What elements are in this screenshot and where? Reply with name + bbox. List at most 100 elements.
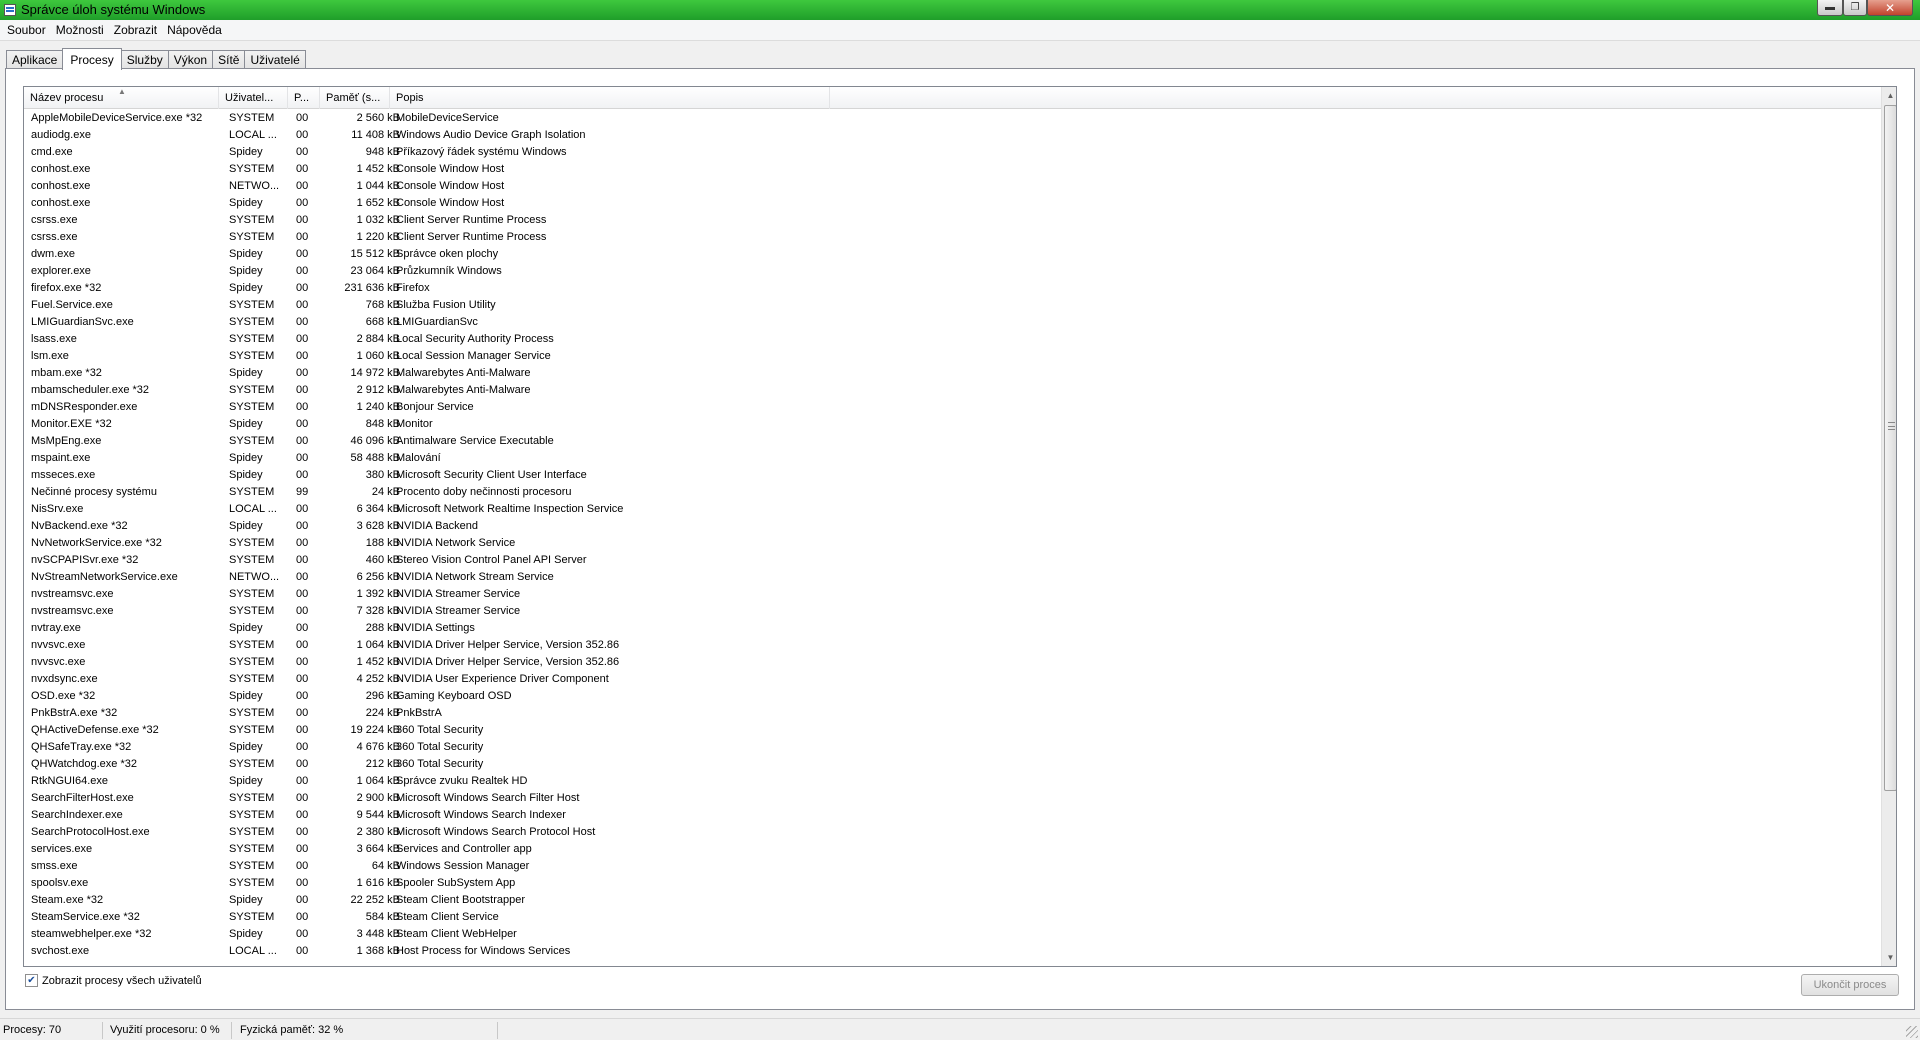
- column-header-cpu[interactable]: P...: [288, 87, 320, 109]
- table-row[interactable]: nvxdsync.exe SYSTEM 00 4 252 kB NVIDIA User …: [24, 670, 1881, 687]
- cell-process-name: conhost.exe: [31, 197, 91, 209]
- title-bar[interactable]: Správce úloh systému Windows ▬ ❐ ✕: [0, 0, 1920, 20]
- cell-memory: 380 kB: [365, 469, 400, 481]
- table-row[interactable]: lsm.exe SYSTEM 00 1 060 kB Local Session Man…: [24, 347, 1881, 364]
- maximize-button[interactable]: ❐: [1843, 0, 1867, 16]
- table-row[interactable]: nvSCPAPISvr.exe *32 SYSTEM 00 460 kB Stereo …: [24, 551, 1881, 568]
- cell-cpu: 00: [296, 299, 309, 311]
- table-row[interactable]: nvtray.exe Spidey 00 288 kB NVIDIA Settings: [24, 619, 1881, 636]
- table-row[interactable]: nvvsvc.exe SYSTEM 00 1 452 kB NVIDIA Driver …: [24, 653, 1881, 670]
- show-all-users-checkbox[interactable]: ✔: [25, 974, 38, 987]
- table-row[interactable]: PnkBstrA.exe *32 SYSTEM 00 224 kB PnkBstrA: [24, 704, 1881, 721]
- cell-user: Spidey: [229, 265, 263, 277]
- table-row[interactable]: steamwebhelper.exe *32 Spidey 00 3 448 kB St…: [24, 925, 1881, 942]
- table-row[interactable]: SearchProtocolHost.exe SYSTEM 00 2 380 kB Mi…: [24, 823, 1881, 840]
- cell-user: SYSTEM: [229, 639, 275, 651]
- cell-process-name: nvtray.exe: [31, 622, 81, 634]
- menu-view[interactable]: Zobrazit: [109, 23, 162, 37]
- table-row[interactable]: QHActiveDefense.exe *32 SYSTEM 00 19 224 kB…: [24, 721, 1881, 738]
- table-row[interactable]: svchost.exe LOCAL ... 00 1 368 kB Host Proce…: [24, 942, 1881, 959]
- column-header-memory[interactable]: Paměť (s...: [320, 87, 390, 109]
- minimize-button[interactable]: ▬: [1817, 0, 1843, 16]
- table-row[interactable]: csrss.exe SYSTEM 00 1 032 kB Client Server R…: [24, 211, 1881, 228]
- tab-applications[interactable]: Aplikace: [6, 50, 64, 69]
- table-row[interactable]: NvBackend.exe *32 Spidey 00 3 628 kB NVIDIA …: [24, 517, 1881, 534]
- table-row[interactable]: NvNetworkService.exe *32 SYSTEM 00 188 kB NV…: [24, 534, 1881, 551]
- task-manager-icon[interactable]: [4, 4, 16, 16]
- table-row[interactable]: dwm.exe Spidey 00 15 512 kB Správce oken plo…: [24, 245, 1881, 262]
- table-row[interactable]: conhost.exe Spidey 00 1 652 kB Console Windo…: [24, 194, 1881, 211]
- tab-networking[interactable]: Sítě: [212, 50, 246, 69]
- scroll-down-button[interactable]: ▼: [1882, 949, 1896, 966]
- table-row[interactable]: cmd.exe Spidey 00 948 kB Příkazový řádek sys…: [24, 143, 1881, 160]
- cell-memory: 1 064 kB: [356, 639, 400, 651]
- table-row[interactable]: NisSrv.exe LOCAL ... 00 6 364 kB Microsoft N…: [24, 500, 1881, 517]
- menu-options[interactable]: Možnosti: [51, 23, 109, 37]
- tab-processes[interactable]: Procesy: [62, 48, 122, 70]
- scrollbar-thumb[interactable]: [1884, 105, 1896, 791]
- table-row[interactable]: mDNSResponder.exe SYSTEM 00 1 240 kB Bonjour…: [24, 398, 1881, 415]
- grip-icon: [1888, 422, 1895, 430]
- table-row[interactable]: lsass.exe SYSTEM 00 2 884 kB Local Security …: [24, 330, 1881, 347]
- table-row[interactable]: Monitor.EXE *32 Spidey 00 848 kB Monitor: [24, 415, 1881, 432]
- table-row[interactable]: conhost.exe SYSTEM 00 1 452 kB Console Windo…: [24, 160, 1881, 177]
- table-row[interactable]: nvstreamsvc.exe SYSTEM 00 7 328 kB NVIDIA St…: [24, 602, 1881, 619]
- table-row[interactable]: Fuel.Service.exe SYSTEM 00 768 kB Služba Fus…: [24, 296, 1881, 313]
- table-row[interactable]: firefox.exe *32 Spidey 00 231 636 kB Firefox: [24, 279, 1881, 296]
- table-row[interactable]: nvvsvc.exe SYSTEM 00 1 064 kB NVIDIA Driver …: [24, 636, 1881, 653]
- table-row[interactable]: conhost.exe NETWO... 00 1 044 kB Console Win…: [24, 177, 1881, 194]
- table-row[interactable]: QHWatchdog.exe *32 SYSTEM 00 212 kB 360 Tota…: [24, 755, 1881, 772]
- table-row[interactable]: smss.exe SYSTEM 00 64 kB Windows Session Man…: [24, 857, 1881, 874]
- table-row[interactable]: NvStreamNetworkService.exe NETWO... 00 6 25…: [24, 568, 1881, 585]
- table-row[interactable]: csrss.exe SYSTEM 00 1 220 kB Client Server R…: [24, 228, 1881, 245]
- table-row[interactable]: spoolsv.exe SYSTEM 00 1 616 kB Spooler SubSy…: [24, 874, 1881, 891]
- cell-memory: 24 kB: [371, 486, 400, 498]
- cell-cpu: 00: [296, 758, 309, 770]
- cell-memory: 2 912 kB: [356, 384, 400, 396]
- table-row[interactable]: AppleMobileDeviceService.exe *32 SYSTEM 00…: [24, 109, 1881, 126]
- table-row[interactable]: nvstreamsvc.exe SYSTEM 00 1 392 kB NVIDIA St…: [24, 585, 1881, 602]
- tab-users[interactable]: Uživatelé: [244, 50, 306, 69]
- table-row[interactable]: msseces.exe Spidey 00 380 kB Microsoft Secur…: [24, 466, 1881, 483]
- table-row[interactable]: MsMpEng.exe SYSTEM 00 46 096 kB Antimalware …: [24, 432, 1881, 449]
- cell-memory: 1 452 kB: [356, 163, 400, 175]
- cell-memory: 3 448 kB: [356, 928, 400, 940]
- cell-user: Spidey: [229, 367, 263, 379]
- cell-process-name: spoolsv.exe: [31, 877, 89, 889]
- table-row[interactable]: Nečinné procesy systému SYSTEM 99 24 kB Proc…: [24, 483, 1881, 500]
- table-row[interactable]: SearchFilterHost.exe SYSTEM 00 2 900 kB Micr…: [24, 789, 1881, 806]
- tab-services[interactable]: Služby: [120, 50, 169, 69]
- column-header-name[interactable]: ▲ Název procesu: [24, 87, 219, 109]
- cell-memory: 1 220 kB: [356, 231, 400, 243]
- cell-cpu: 00: [296, 588, 309, 600]
- table-row[interactable]: mspaint.exe Spidey 00 58 488 kB Malování: [24, 449, 1881, 466]
- table-row[interactable]: services.exe SYSTEM 00 3 664 kB Services and…: [24, 840, 1881, 857]
- cell-cpu: 00: [296, 146, 309, 158]
- show-all-users-option[interactable]: ✔ Zobrazit procesy všech uživatelů: [25, 974, 202, 987]
- table-row[interactable]: explorer.exe Spidey 00 23 064 kB Průzkumník …: [24, 262, 1881, 279]
- table-row[interactable]: QHSafeTray.exe *32 Spidey 00 4 676 kB 360 To…: [24, 738, 1881, 755]
- table-row[interactable]: audiodg.exe LOCAL ... 00 11 408 kB Windows A…: [24, 126, 1881, 143]
- vertical-scrollbar[interactable]: ▲ ▼: [1881, 87, 1896, 966]
- column-header-description[interactable]: Popis: [390, 87, 830, 109]
- cell-description: Microsoft Windows Search Protocol Host: [396, 826, 596, 838]
- tab-performance[interactable]: Výkon: [167, 50, 214, 69]
- table-row[interactable]: SearchIndexer.exe SYSTEM 00 9 544 kB Microso…: [24, 806, 1881, 823]
- column-header-label: Paměť (s...: [326, 92, 381, 104]
- table-row[interactable]: Steam.exe *32 Spidey 00 22 252 kB Steam Clie…: [24, 891, 1881, 908]
- scroll-up-button[interactable]: ▲: [1882, 87, 1896, 104]
- table-row[interactable]: SteamService.exe *32 SYSTEM 00 584 kB Steam …: [24, 908, 1881, 925]
- table-row[interactable]: mbamscheduler.exe *32 SYSTEM 00 2 912 kB Mal…: [24, 381, 1881, 398]
- table-row[interactable]: LMIGuardianSvc.exe SYSTEM 00 668 kB LMIGuard…: [24, 313, 1881, 330]
- column-header-user[interactable]: Uživatel...: [219, 87, 288, 109]
- table-row[interactable]: OSD.exe *32 Spidey 00 296 kB Gaming Keyboard…: [24, 687, 1881, 704]
- table-row[interactable]: mbam.exe *32 Spidey 00 14 972 kB Malwarebyte…: [24, 364, 1881, 381]
- menu-file[interactable]: Soubor: [2, 23, 51, 37]
- end-process-button[interactable]: Ukončit proces: [1801, 974, 1899, 996]
- menu-help[interactable]: Nápověda: [162, 23, 227, 37]
- close-button[interactable]: ✕: [1867, 0, 1913, 16]
- resize-grip-icon[interactable]: [1906, 1026, 1918, 1038]
- process-list[interactable]: ▲ Název procesu Uživatel... P... Paměť (…: [23, 86, 1897, 967]
- table-row[interactable]: RtkNGUI64.exe Spidey 00 1 064 kB Správce zvu…: [24, 772, 1881, 789]
- cell-description: LMIGuardianSvc: [396, 316, 478, 328]
